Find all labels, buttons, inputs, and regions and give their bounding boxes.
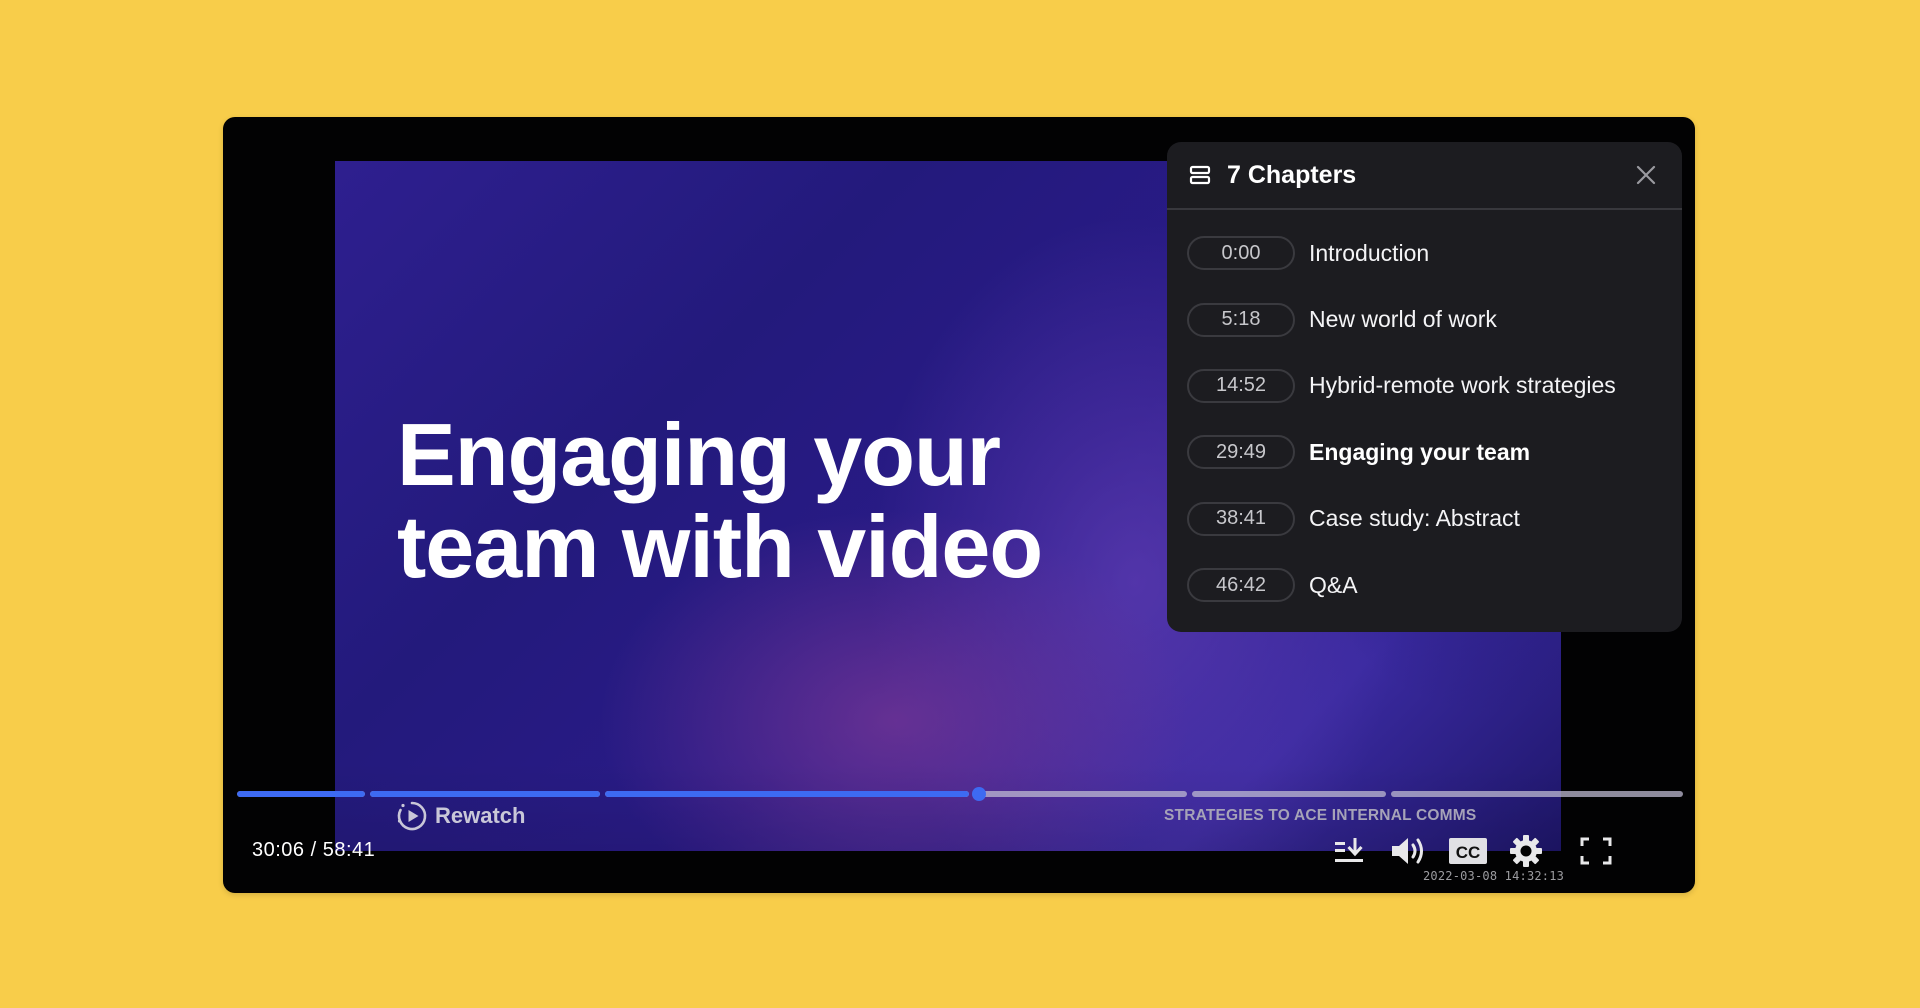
chapter-item[interactable]: 5:18 New world of work	[1167, 286, 1682, 352]
chapter-item[interactable]: 0:00 Introduction	[1167, 220, 1682, 286]
fullscreen-button[interactable]	[1576, 831, 1616, 871]
chapter-segment[interactable]	[237, 791, 365, 797]
chapter-label: Case study: Abstract	[1309, 505, 1520, 532]
rewatch-button[interactable]: Rewatch	[395, 799, 525, 833]
chapters-button[interactable]	[1329, 831, 1369, 871]
chapter-timestamp[interactable]: 46:42	[1187, 568, 1295, 603]
slide-title: Engaging your team with video	[397, 405, 1043, 596]
close-chapters-button[interactable]	[1632, 161, 1660, 189]
chapter-item[interactable]: 29:49 Engaging your team	[1167, 419, 1682, 485]
chapter-label: Engaging your team	[1309, 438, 1531, 465]
segment-played-fill	[605, 791, 970, 797]
replay-icon	[397, 801, 427, 831]
time-display: 30:06 / 58:41	[252, 839, 376, 861]
chapter-item[interactable]: 38:41 Case study: Abstract	[1167, 486, 1682, 552]
chapter-timestamp[interactable]: 38:41	[1187, 501, 1295, 536]
chapter-segment[interactable]	[1390, 791, 1683, 797]
chapter-timestamp[interactable]: 29:49	[1187, 435, 1295, 470]
chapter-timestamp[interactable]: 14:52	[1187, 368, 1295, 403]
chapter-label: Hybrid-remote work strategies	[1309, 372, 1616, 399]
chapter-segment[interactable]	[369, 791, 601, 797]
segment-played-fill	[237, 791, 365, 797]
video-player: Engaging your team with video Rewatch 30…	[223, 117, 1695, 893]
chapters-title: 7 Chapters	[1227, 160, 1357, 189]
slide-title-line-2: team with video	[397, 497, 1043, 596]
chapter-list: 0:00 Introduction 5:18 New world of work 14:…	[1167, 210, 1682, 618]
chapters-panel: 7 Chapters 0:00 Introduction 5:18 New world…	[1167, 142, 1682, 632]
chapters-header: 7 Chapters	[1167, 142, 1682, 210]
volume-icon	[1392, 838, 1423, 864]
recording-timestamp: 2022-03-08 14:32:13	[1423, 869, 1565, 883]
settings-gear-icon	[1510, 835, 1542, 867]
chapter-label: Introduction	[1309, 239, 1430, 266]
settings-button[interactable]	[1506, 831, 1546, 871]
svg-text:CC: CC	[1456, 843, 1481, 862]
chapter-item[interactable]: 46:42 Q&A	[1167, 552, 1682, 618]
chapter-label: Q&A	[1309, 571, 1358, 598]
chapter-timestamp[interactable]: 5:18	[1187, 302, 1295, 337]
chapters-download-icon	[1335, 838, 1363, 862]
close-icon	[1636, 165, 1656, 185]
volume-button[interactable]	[1388, 831, 1428, 871]
chapter-segment[interactable]	[1192, 791, 1386, 797]
fullscreen-icon	[1580, 837, 1612, 865]
series-label: STRATEGIES TO ACE INTERNAL COMMS	[1164, 807, 1477, 824]
closed-captions-icon: CC	[1449, 838, 1487, 864]
chapter-label: New world of work	[1309, 306, 1497, 333]
captions-button[interactable]: CC	[1448, 831, 1488, 871]
progress-thumb[interactable]	[971, 787, 986, 801]
slide-title-line-1: Engaging your	[397, 405, 1001, 504]
chapter-segment[interactable]	[605, 791, 970, 797]
chapter-segment[interactable]	[974, 791, 1188, 797]
chapter-item[interactable]: 14:52 Hybrid-remote work strategies	[1167, 353, 1682, 419]
list-icon	[1189, 165, 1211, 185]
rewatch-label: Rewatch	[435, 803, 526, 828]
progress-bar[interactable]	[237, 787, 1683, 801]
segment-played-fill	[369, 791, 601, 797]
chapter-timestamp[interactable]: 0:00	[1187, 236, 1295, 271]
